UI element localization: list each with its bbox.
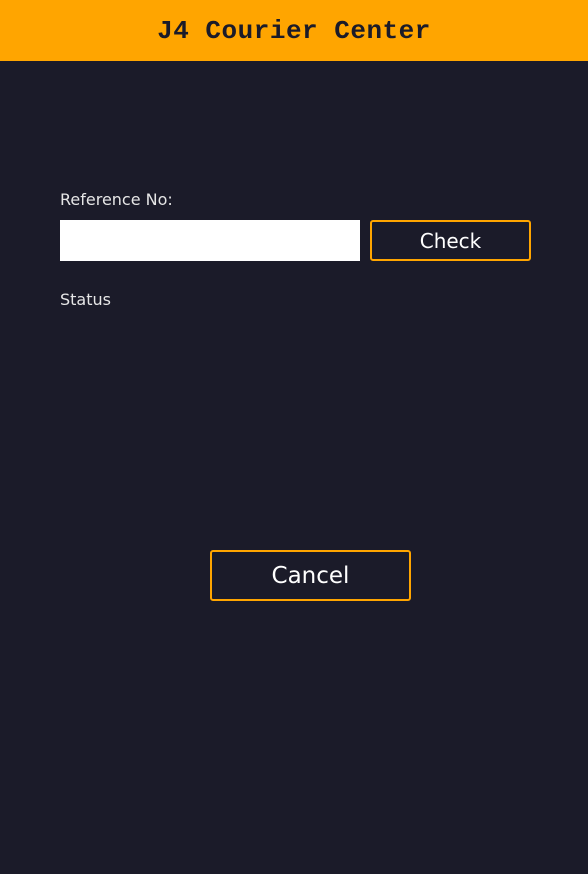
- status-label: Status: [60, 290, 111, 309]
- cancel-button[interactable]: Cancel: [210, 550, 411, 601]
- reference-input[interactable]: [60, 220, 360, 261]
- check-button[interactable]: Check: [370, 220, 531, 261]
- app-title: J4 Courier Center: [157, 15, 431, 46]
- app-header: J4 Courier Center: [0, 0, 588, 61]
- reference-label: Reference No:: [60, 190, 173, 209]
